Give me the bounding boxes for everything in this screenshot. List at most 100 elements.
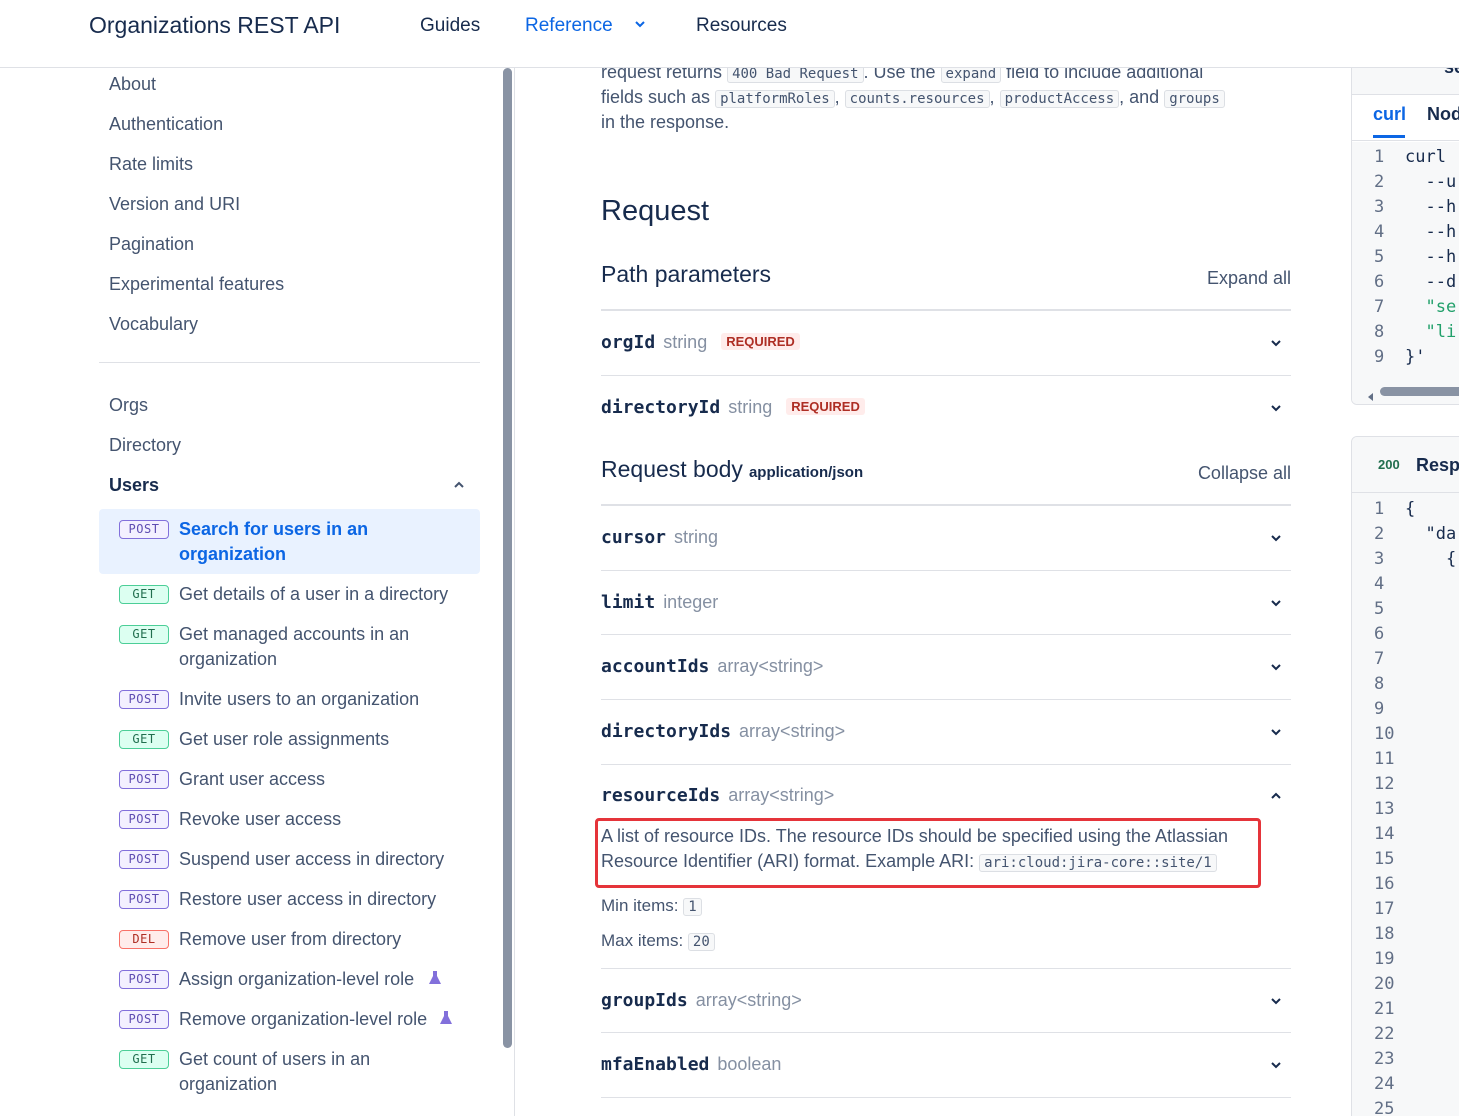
code-line: }' — [1405, 347, 1426, 367]
line-number: 2 — [1374, 524, 1385, 544]
operation-label[interactable]: Suspend user access in directory — [179, 847, 479, 872]
sidebar-item-authentication[interactable]: Authentication — [109, 114, 223, 135]
param-name: directoryId — [601, 397, 721, 418]
param-row-limit[interactable]: limit integer — [601, 592, 1291, 632]
sidebar-scrollbar[interactable] — [503, 68, 512, 1048]
param-name: limit — [601, 592, 656, 613]
request-sample-header: se — [1352, 68, 1459, 95]
response-sample-header: 200 Resp — [1352, 437, 1459, 493]
divider — [601, 699, 1291, 700]
sidebar-item-pagination[interactable]: Pagination — [109, 234, 194, 255]
tab-curl[interactable]: curl — [1373, 104, 1406, 125]
sidebar-item-about[interactable]: About — [109, 74, 156, 95]
collapse-all-button[interactable]: Collapse all — [1198, 463, 1291, 484]
param-row-orgId[interactable]: orgId string REQUIRED — [601, 332, 1291, 372]
chevron-down-icon[interactable] — [1269, 531, 1283, 545]
chevron-up-icon[interactable] — [452, 478, 466, 492]
code-product-access: productAccess — [999, 90, 1120, 108]
scroll-left-icon[interactable] — [1366, 388, 1376, 401]
operation-label[interactable]: Restore user access in directory — [179, 887, 479, 912]
nav-reference[interactable]: Reference — [525, 15, 613, 37]
operation-label[interactable]: Invite users to an organization — [179, 687, 479, 712]
intro-text: field to include additional — [1001, 68, 1204, 82]
param-name: resourceIds — [601, 785, 721, 806]
nav-resources[interactable]: Resources — [696, 15, 787, 37]
flask-icon — [440, 1011, 452, 1024]
param-row-cursor[interactable]: cursor string — [601, 527, 1291, 567]
param-type: array<string> — [695, 990, 802, 1010]
chevron-down-icon[interactable] — [1269, 401, 1283, 415]
status-code-badge: 200 — [1378, 457, 1400, 472]
operation-label[interactable]: Remove organization-level role — [179, 1007, 479, 1032]
divider — [601, 309, 1291, 311]
method-badge: POST — [119, 850, 169, 869]
operation-label[interactable]: Grant user access — [179, 767, 479, 792]
intro-text: fields such as — [601, 87, 716, 107]
param-name: directoryIds — [601, 721, 732, 742]
chevron-down-icon[interactable] — [1269, 1058, 1283, 1072]
nav-guides[interactable]: Guides — [420, 15, 480, 37]
line-number: 2 — [1374, 172, 1385, 192]
param-row-mfaEnabled[interactable]: mfaEnabled boolean — [601, 1054, 1291, 1094]
operation-label[interactable]: Remove user from directory — [179, 927, 479, 952]
flask-icon — [429, 971, 441, 984]
line-number: 21 — [1374, 999, 1395, 1019]
param-row-directoryIds[interactable]: directoryIds array<string> — [601, 721, 1291, 761]
min-items-label: Min items: — [601, 896, 684, 915]
sidebar-group-orgs[interactable]: Orgs — [109, 395, 148, 416]
chevron-up-icon[interactable] — [1269, 789, 1283, 803]
method-badge: GET — [119, 730, 169, 749]
method-badge: POST — [119, 970, 169, 989]
chevron-down-icon[interactable] — [633, 17, 647, 31]
sidebar-item-version-uri[interactable]: Version and URI — [109, 194, 240, 215]
param-name: cursor — [601, 527, 667, 548]
line-number: 23 — [1374, 1049, 1395, 1069]
operation-label[interactable]: Get count of users in an organization — [179, 1047, 399, 1097]
line-number: 8 — [1374, 322, 1385, 342]
operation-label[interactable]: Get managed accounts in an organization — [179, 622, 439, 672]
brand-title[interactable]: Organizations REST API — [89, 12, 340, 39]
request-body-title: Request body — [601, 456, 743, 482]
divider — [601, 634, 1291, 635]
code-groups: groups — [1164, 90, 1225, 108]
sidebar-item-vocabulary[interactable]: Vocabulary — [109, 314, 198, 335]
param-row-groupIds[interactable]: groupIds array<string> — [601, 990, 1291, 1030]
code-line: "se — [1405, 297, 1457, 317]
operation-label[interactable]: Get user role assignments — [179, 727, 479, 752]
chevron-down-icon[interactable] — [1269, 994, 1283, 1008]
sidebar-group-directory[interactable]: Directory — [109, 435, 181, 456]
max-items: Max items: 20 — [601, 931, 715, 951]
operation-label[interactable]: Search for users in an organization — [179, 517, 479, 567]
param-type: string — [674, 527, 719, 547]
horizontal-scrollbar[interactable] — [1380, 387, 1459, 396]
code-line: { — [1405, 499, 1416, 519]
intro-text: . Use the — [863, 68, 941, 82]
line-number: 9 — [1374, 347, 1385, 367]
expand-all-button[interactable]: Expand all — [1207, 268, 1291, 289]
code-line: --u — [1405, 172, 1457, 192]
chevron-down-icon[interactable] — [1269, 660, 1283, 674]
description-text: Resource Identifier (ARI) format. Exampl… — [601, 851, 980, 871]
line-number: 3 — [1374, 197, 1385, 217]
param-type: array<string> — [717, 656, 824, 676]
chevron-down-icon[interactable] — [1269, 336, 1283, 350]
tab-node[interactable]: Nod — [1427, 104, 1459, 125]
param-row-accountIds[interactable]: accountIds array<string> — [601, 656, 1291, 696]
sidebar-item-rate-limits[interactable]: Rate limits — [109, 154, 193, 175]
param-name: orgId — [601, 332, 656, 353]
min-items-value: 1 — [683, 898, 702, 916]
divider — [601, 764, 1291, 765]
chevron-down-icon[interactable] — [1269, 725, 1283, 739]
sidebar-group-users[interactable]: Users — [109, 475, 159, 496]
param-row-directoryId[interactable]: directoryId string REQUIRED — [601, 397, 1291, 437]
operation-label[interactable]: Get details of a user in a directory — [179, 582, 479, 607]
param-name: groupIds — [601, 990, 688, 1011]
operation-label[interactable]: Revoke user access — [179, 807, 479, 832]
chevron-down-icon[interactable] — [1269, 596, 1283, 610]
path-params-heading: Path parameters — [601, 261, 772, 287]
sidebar-item-experimental[interactable]: Experimental features — [109, 274, 284, 295]
code-line: curl - — [1405, 147, 1459, 167]
code-line: "li — [1405, 322, 1457, 342]
param-type: boolean — [717, 1054, 782, 1074]
line-number: 9 — [1374, 699, 1385, 719]
